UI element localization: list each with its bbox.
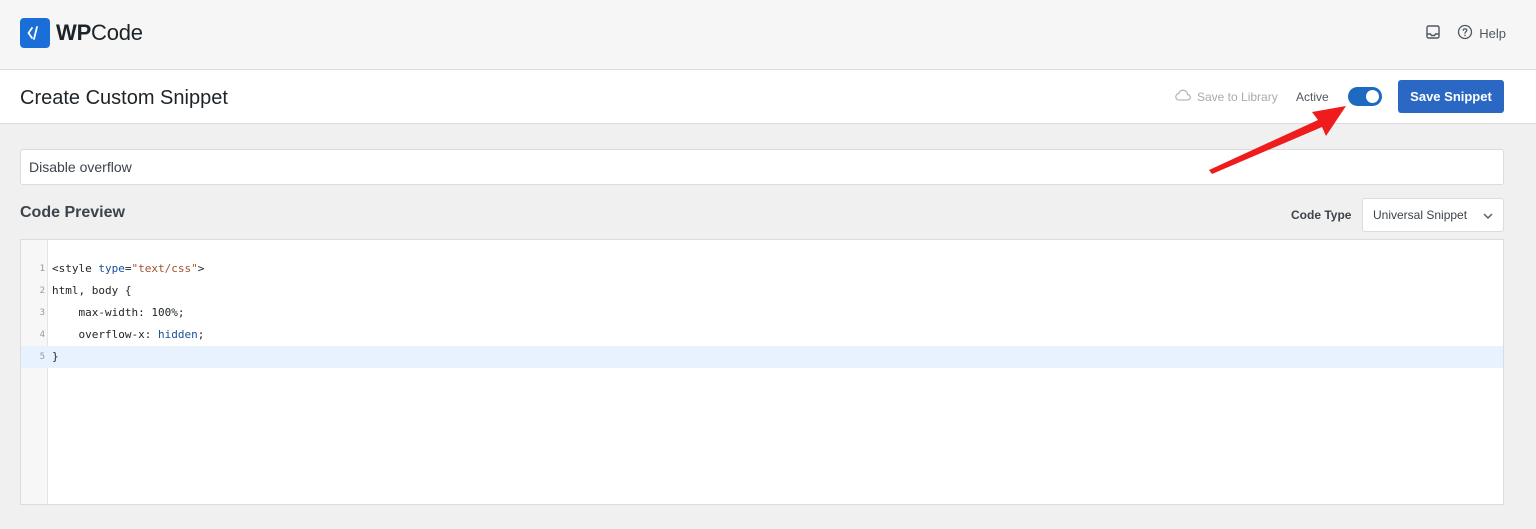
code-line[interactable]: 4 overflow-x: hidden; <box>21 324 1503 346</box>
code-token: <style <box>52 262 99 275</box>
code-token: > <box>197 262 205 275</box>
code-editor[interactable]: 1 <style type="text/css"> 2 html, body { 3 m… <box>20 239 1504 505</box>
code-preview-title: Code Preview <box>20 204 125 221</box>
line-number: 4 <box>39 330 45 340</box>
code-text: html, body { <box>52 280 131 302</box>
line-number: 5 <box>39 352 45 362</box>
page-title: Create Custom Snippet <box>20 87 228 109</box>
code-token: "text/css" <box>131 262 198 275</box>
code-token: type <box>98 262 125 275</box>
code-line[interactable]: 3 max-width: 100%; <box>21 302 1503 324</box>
code-text: } <box>52 346 59 368</box>
help-label: Help <box>1479 26 1506 41</box>
code-line[interactable]: 1 <style type="text/css"> <box>21 258 1503 280</box>
toggle-knob <box>1366 90 1379 103</box>
code-token: ; <box>197 328 205 341</box>
code-line[interactable]: 2 html, body { <box>21 280 1503 302</box>
code-token: overflow-x: <box>52 328 158 341</box>
code-text: max-width: 100%; <box>52 302 184 324</box>
code-line[interactable]: 5} <box>21 346 1503 368</box>
code-token: max-width: 100%; <box>52 306 185 319</box>
code-token: hidden <box>157 328 198 341</box>
code-text: <style type="text/css"> <box>52 258 204 280</box>
code-token: } <box>52 350 59 363</box>
line-number: 3 <box>39 308 45 318</box>
help-circle-icon <box>1457 24 1473 43</box>
brand-name: WPCode <box>56 20 143 45</box>
save-snippet-button[interactable]: Save Snippet <box>1398 80 1504 113</box>
code-token: html, body { <box>52 284 132 297</box>
cloud-icon <box>1175 89 1191 104</box>
annotation-arrow <box>1209 106 1346 174</box>
code-text: overflow-x: hidden; <box>52 324 204 346</box>
wpcode-logo[interactable]: WPCode <box>20 18 143 48</box>
code-type-label: Code Type <box>1291 208 1352 222</box>
code-slash-icon <box>20 18 50 48</box>
help-button[interactable]: Help <box>1457 24 1506 43</box>
inbox-icon[interactable] <box>1425 24 1441 43</box>
code-type-value: Universal Snippet <box>1373 208 1468 222</box>
top-bar: WPCode Help <box>0 0 1536 70</box>
code-type-select[interactable]: Universal Snippet <box>1362 198 1504 232</box>
line-number: 2 <box>39 286 45 296</box>
line-number: 1 <box>39 264 45 274</box>
chevron-down-icon <box>1483 208 1493 222</box>
